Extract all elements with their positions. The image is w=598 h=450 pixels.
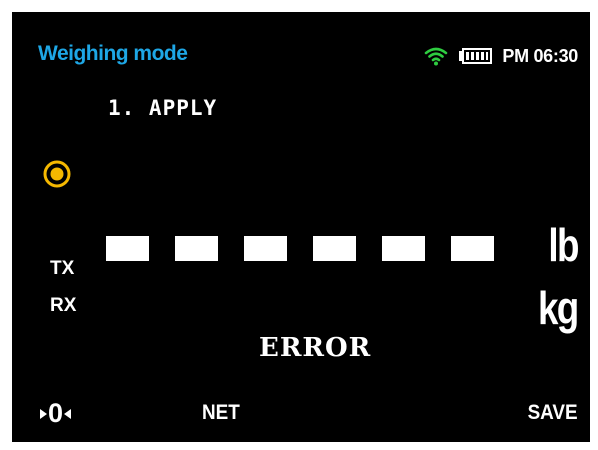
triangle-right-icon bbox=[40, 408, 47, 419]
mode-title: Weighing mode bbox=[38, 42, 188, 65]
zero-label: 0 bbox=[48, 398, 64, 428]
radio-indicator-icon bbox=[42, 159, 72, 189]
weighing-display: Weighing mode PM 06:30 1. APPLY TX RX lb… bbox=[12, 12, 590, 442]
unit-kg: kg bbox=[538, 282, 579, 334]
net-button[interactable]: NET bbox=[202, 401, 240, 425]
status-bar: PM 06:30 bbox=[424, 44, 578, 68]
rx-label: RX bbox=[50, 295, 77, 316]
digit-segment bbox=[451, 236, 494, 261]
wifi-icon bbox=[424, 46, 448, 66]
zero-button[interactable]: 0 bbox=[40, 398, 72, 429]
tx-label: TX bbox=[50, 258, 75, 279]
menu-item-apply[interactable]: 1. APPLY bbox=[108, 96, 217, 120]
digit-segment bbox=[313, 236, 356, 261]
digit-segment bbox=[244, 236, 287, 261]
triangle-left-icon bbox=[64, 408, 72, 419]
digit-segment bbox=[175, 236, 218, 261]
unit-lb: lb bbox=[548, 219, 579, 271]
battery-icon bbox=[458, 48, 493, 64]
save-button[interactable]: SAVE bbox=[528, 401, 578, 425]
digit-segment bbox=[382, 236, 425, 261]
clock: PM 06:30 bbox=[502, 45, 578, 66]
weight-readout bbox=[106, 236, 494, 261]
error-status: ERROR bbox=[259, 333, 372, 363]
digit-segment bbox=[106, 236, 149, 261]
